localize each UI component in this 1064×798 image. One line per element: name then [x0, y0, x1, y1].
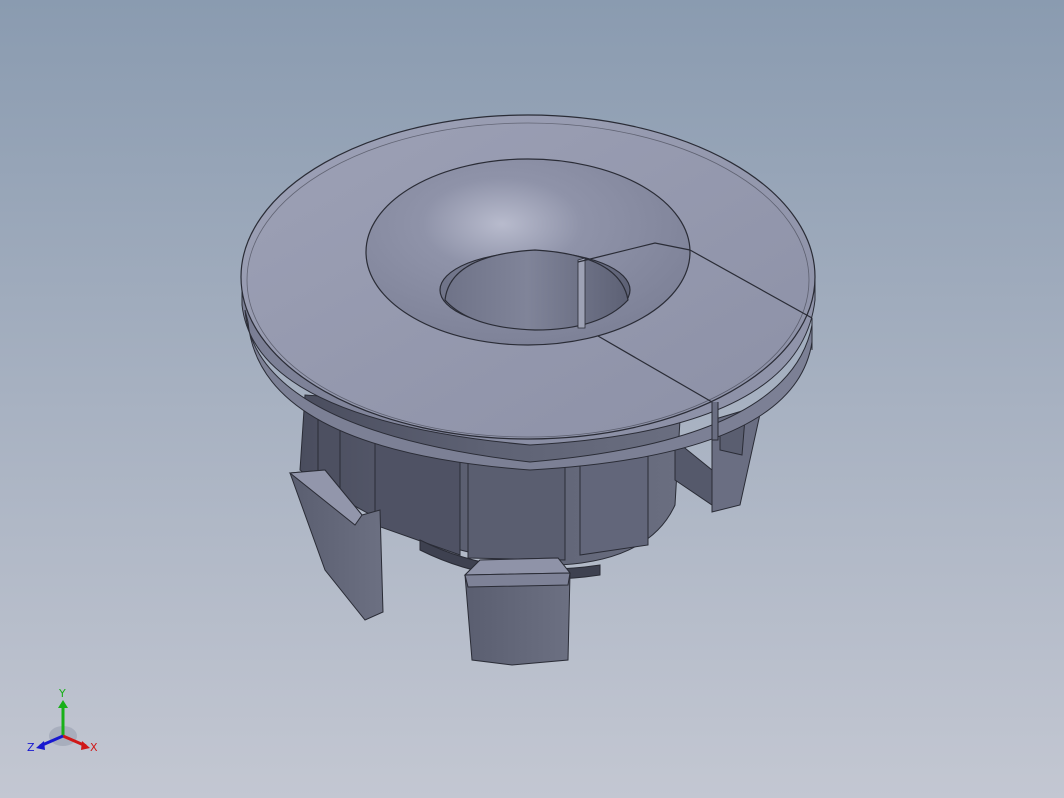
- counterbore: [365, 158, 691, 346]
- coordinate-triad: Y X Z: [27, 687, 98, 754]
- x-axis-label: X: [90, 741, 98, 754]
- graphics-viewport[interactable]: Y X Z: [0, 0, 1064, 798]
- z-axis-label: Z: [27, 741, 35, 754]
- y-axis-label: Y: [58, 687, 66, 700]
- part-model[interactable]: [0, 0, 1064, 798]
